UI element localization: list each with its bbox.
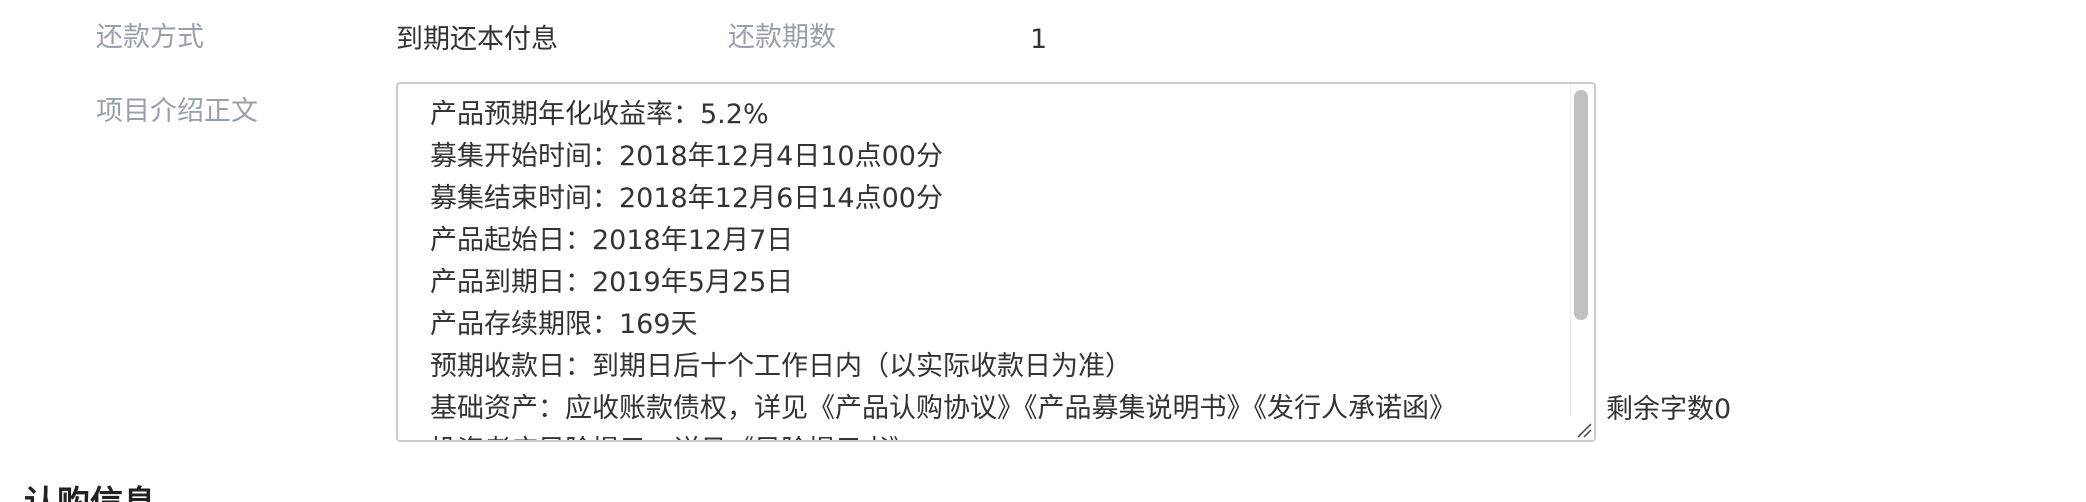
section-heading: 认购信息	[24, 480, 156, 502]
form-page: 还款方式 到期还本付息 还款期数 1 项目介绍正文 产品预期年化收益率：5.2%…	[0, 0, 2086, 502]
project-intro-label: 项目介绍正文	[96, 96, 258, 127]
intro-line: 预期收款日：到期日后十个工作日内（以实际收款日为准）	[430, 351, 1132, 382]
repayment-periods-label: 还款期数	[728, 22, 836, 53]
project-intro-text[interactable]: 产品预期年化收益率：5.2% 募集开始时间：2018年12月4日10点00分 募…	[430, 94, 1560, 440]
intro-line: 基础资产：应收账款债权，详见《产品认购协议》《产品募集说明书》《发行人承诺函》	[430, 393, 1456, 424]
repayment-method-value: 到期还本付息	[396, 24, 558, 55]
scrollbar-thumb[interactable]	[1574, 90, 1588, 320]
repayment-periods-value: 1	[1030, 24, 1048, 55]
intro-line: 产品预期年化收益率：5.2%	[430, 99, 769, 130]
intro-line: 产品到期日：2019年5月25日	[430, 267, 794, 298]
textarea-scrollbar[interactable]	[1570, 84, 1594, 440]
remaining-chars-counter: 剩余字数0	[1606, 394, 1732, 425]
project-intro-textarea[interactable]: 产品预期年化收益率：5.2% 募集开始时间：2018年12月4日10点00分 募…	[396, 82, 1596, 442]
intro-line: 募集开始时间：2018年12月4日10点00分	[430, 141, 943, 172]
resize-grip-icon[interactable]	[1570, 416, 1594, 440]
repayment-method-label: 还款方式	[96, 22, 204, 53]
intro-line: 投资者应风险提示，详见《风险提示书》	[430, 430, 1560, 440]
intro-line: 产品起始日：2018年12月7日	[430, 225, 794, 256]
intro-line: 募集结束时间：2018年12月6日14点00分	[430, 183, 943, 214]
intro-line: 产品存续期限：169天	[430, 309, 698, 340]
